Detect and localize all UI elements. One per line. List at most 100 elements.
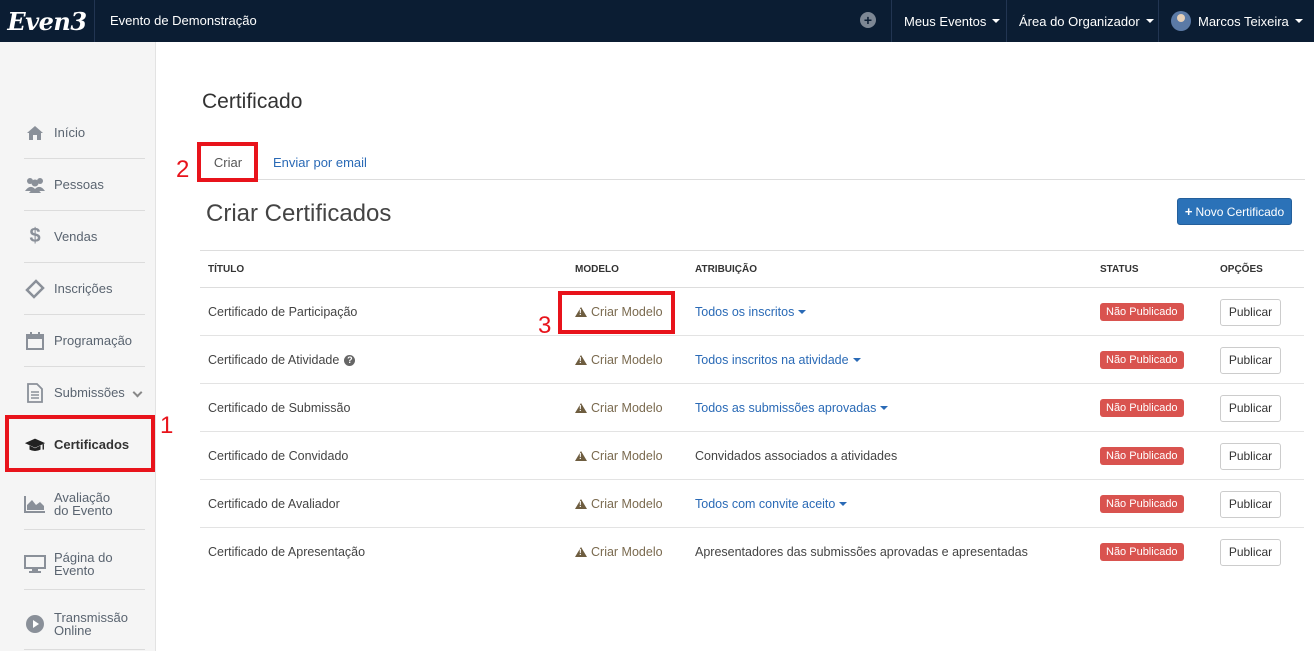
new-certificate-label: Novo Certificado xyxy=(1195,204,1285,219)
options-cell: Publicar xyxy=(1220,528,1281,576)
attribution-text: Convidados associados a atividades xyxy=(695,449,898,463)
table-header: TÍTULO MODELO ATRIBUIÇÃO STATUS OPÇÕES xyxy=(200,250,1304,288)
ticket-icon xyxy=(24,278,46,300)
sidebar-item-inicio[interactable]: Início xyxy=(24,107,145,159)
attribution-dropdown[interactable]: Todos com convite aceito xyxy=(695,480,848,528)
sidebar-item-pessoas[interactable]: Pessoas xyxy=(24,159,145,211)
caret-down-icon xyxy=(1294,19,1303,23)
certificate-title: Certificado de Convidado xyxy=(208,449,349,463)
attribution-text: Apresentadores das submissões aprovadas … xyxy=(695,545,1028,559)
user-menu[interactable]: Marcos Teixeira xyxy=(1158,0,1314,42)
sidebar: Início Pessoas $ Vendas Inscrições Progr… xyxy=(0,42,156,651)
monitor-icon xyxy=(24,553,46,575)
sidebar-item-transmissao[interactable]: Transmissão Online xyxy=(24,598,145,650)
sidebar-item-vendas[interactable]: $ Vendas xyxy=(24,211,145,263)
document-icon xyxy=(24,382,46,404)
even3-logo[interactable]: Even3 xyxy=(0,0,95,42)
annotation-number-3: 3 xyxy=(538,312,552,339)
publish-button[interactable]: Publicar xyxy=(1220,442,1281,470)
publish-button[interactable]: Publicar xyxy=(1220,298,1281,326)
table-row: Certificado de Participação Criar Modelo… xyxy=(200,288,1304,336)
header-titulo: TÍTULO xyxy=(208,264,245,275)
sidebar-item-avaliacao[interactable]: Avaliação do Evento xyxy=(24,478,145,530)
table-row: Certificado de Submissão Criar Modelo To… xyxy=(200,384,1304,432)
status-badge: Não Publicado xyxy=(1100,543,1184,561)
warning-icon xyxy=(575,451,587,461)
header-status: STATUS xyxy=(1100,264,1139,275)
area-chart-icon xyxy=(24,493,46,515)
warning-icon xyxy=(575,403,587,413)
sidebar-item-submissoes[interactable]: Submissões xyxy=(24,367,145,419)
my-events-menu[interactable]: Meus Eventos xyxy=(891,0,1005,42)
publish-button[interactable]: Publicar xyxy=(1220,394,1281,422)
sidebar-item-pagina[interactable]: Página do Evento xyxy=(24,538,145,590)
table-row: Certificado de Avaliador Criar Modelo To… xyxy=(200,480,1304,528)
tab-enviar-email[interactable]: Enviar por email xyxy=(273,145,367,180)
help-icon[interactable]: ? xyxy=(344,354,356,366)
chevron-down-icon xyxy=(132,387,143,398)
annotation-box-2 xyxy=(197,142,258,182)
page-title: Certificado xyxy=(202,90,303,113)
create-model-link[interactable]: Criar Modelo xyxy=(575,432,663,480)
sidebar-item-label: Programação xyxy=(54,333,133,348)
table-row: Certificado de Atividade? Criar Modelo T… xyxy=(200,336,1304,384)
create-model-link[interactable]: Criar Modelo xyxy=(575,336,663,384)
create-model-link[interactable]: Criar Modelo xyxy=(575,384,663,432)
publish-button[interactable]: Publicar xyxy=(1220,346,1281,374)
certificate-title: Certificado de Submissão xyxy=(208,401,351,415)
caret-down-icon xyxy=(880,406,889,410)
event-name[interactable]: Evento de Demonstração xyxy=(110,13,257,28)
status-cell: Não Publicado xyxy=(1100,336,1184,384)
avatar xyxy=(1171,11,1191,31)
new-certificate-button[interactable]: + Novo Certificado xyxy=(1177,198,1292,225)
status-badge: Não Publicado xyxy=(1100,351,1184,369)
organizer-area-menu[interactable]: Área do Organizador xyxy=(1006,0,1157,42)
status-cell: Não Publicado xyxy=(1100,384,1184,432)
options-cell: Publicar xyxy=(1220,288,1281,336)
tab-bar: Criar Enviar por email xyxy=(200,145,1305,180)
header-atribuicao: ATRIBUIÇÃO xyxy=(695,264,758,275)
play-icon xyxy=(24,613,46,635)
status-cell: Não Publicado xyxy=(1100,288,1184,336)
plus-icon: + xyxy=(1184,204,1193,219)
table-row: Certificado de Convidado Criar Modelo Co… xyxy=(200,432,1304,480)
attribution-dropdown[interactable]: Todos as submissões aprovadas xyxy=(695,384,889,432)
sidebar-item-label: Vendas xyxy=(54,229,98,244)
publish-button[interactable]: Publicar xyxy=(1220,538,1281,566)
sidebar-item-label: Início xyxy=(54,125,86,140)
certificate-title: Certificado de Atividade? xyxy=(208,336,356,384)
attribution-dropdown[interactable]: Todos inscritos na atividade xyxy=(695,336,861,384)
certificates-table: TÍTULO MODELO ATRIBUIÇÃO STATUS OPÇÕES C… xyxy=(200,250,1304,576)
status-cell: Não Publicado xyxy=(1100,528,1184,576)
sidebar-item-inscricoes[interactable]: Inscrições xyxy=(24,263,145,315)
sidebar-item-label: Avaliação do Evento xyxy=(54,489,113,518)
sidebar-item-label: Transmissão Online xyxy=(54,609,128,638)
header-opcoes: OPÇÕES xyxy=(1220,264,1263,275)
options-cell: Publicar xyxy=(1220,384,1281,432)
caret-down-icon xyxy=(852,358,861,362)
publish-button[interactable]: Publicar xyxy=(1220,490,1281,518)
caret-down-icon xyxy=(992,19,1001,23)
create-model-link[interactable]: Criar Modelo xyxy=(575,528,663,576)
warning-icon xyxy=(575,355,587,365)
options-cell: Publicar xyxy=(1220,336,1281,384)
status-cell: Não Publicado xyxy=(1100,480,1184,528)
warning-icon xyxy=(575,499,587,509)
warning-icon xyxy=(575,547,587,557)
status-badge: Não Publicado xyxy=(1100,303,1184,321)
caret-down-icon xyxy=(798,310,807,314)
create-model-link[interactable]: Criar Modelo xyxy=(575,480,663,528)
annotation-box-1 xyxy=(5,415,155,472)
status-badge: Não Publicado xyxy=(1100,447,1184,465)
sidebar-item-programacao[interactable]: Programação xyxy=(24,315,145,367)
attribution-dropdown[interactable]: Todos os inscritos xyxy=(695,288,807,336)
certificate-title: Certificado de Apresentação xyxy=(208,545,366,559)
status-badge: Não Publicado xyxy=(1100,495,1184,513)
sidebar-item-label: Página do Evento xyxy=(54,549,113,578)
certificate-title: Certificado de Participação xyxy=(208,305,358,319)
add-icon[interactable]: + xyxy=(860,12,876,28)
caret-down-icon xyxy=(1145,19,1154,23)
options-cell: Publicar xyxy=(1220,480,1281,528)
section-title: Criar Certificados xyxy=(206,200,392,227)
sidebar-item-label: Pessoas xyxy=(54,177,104,192)
